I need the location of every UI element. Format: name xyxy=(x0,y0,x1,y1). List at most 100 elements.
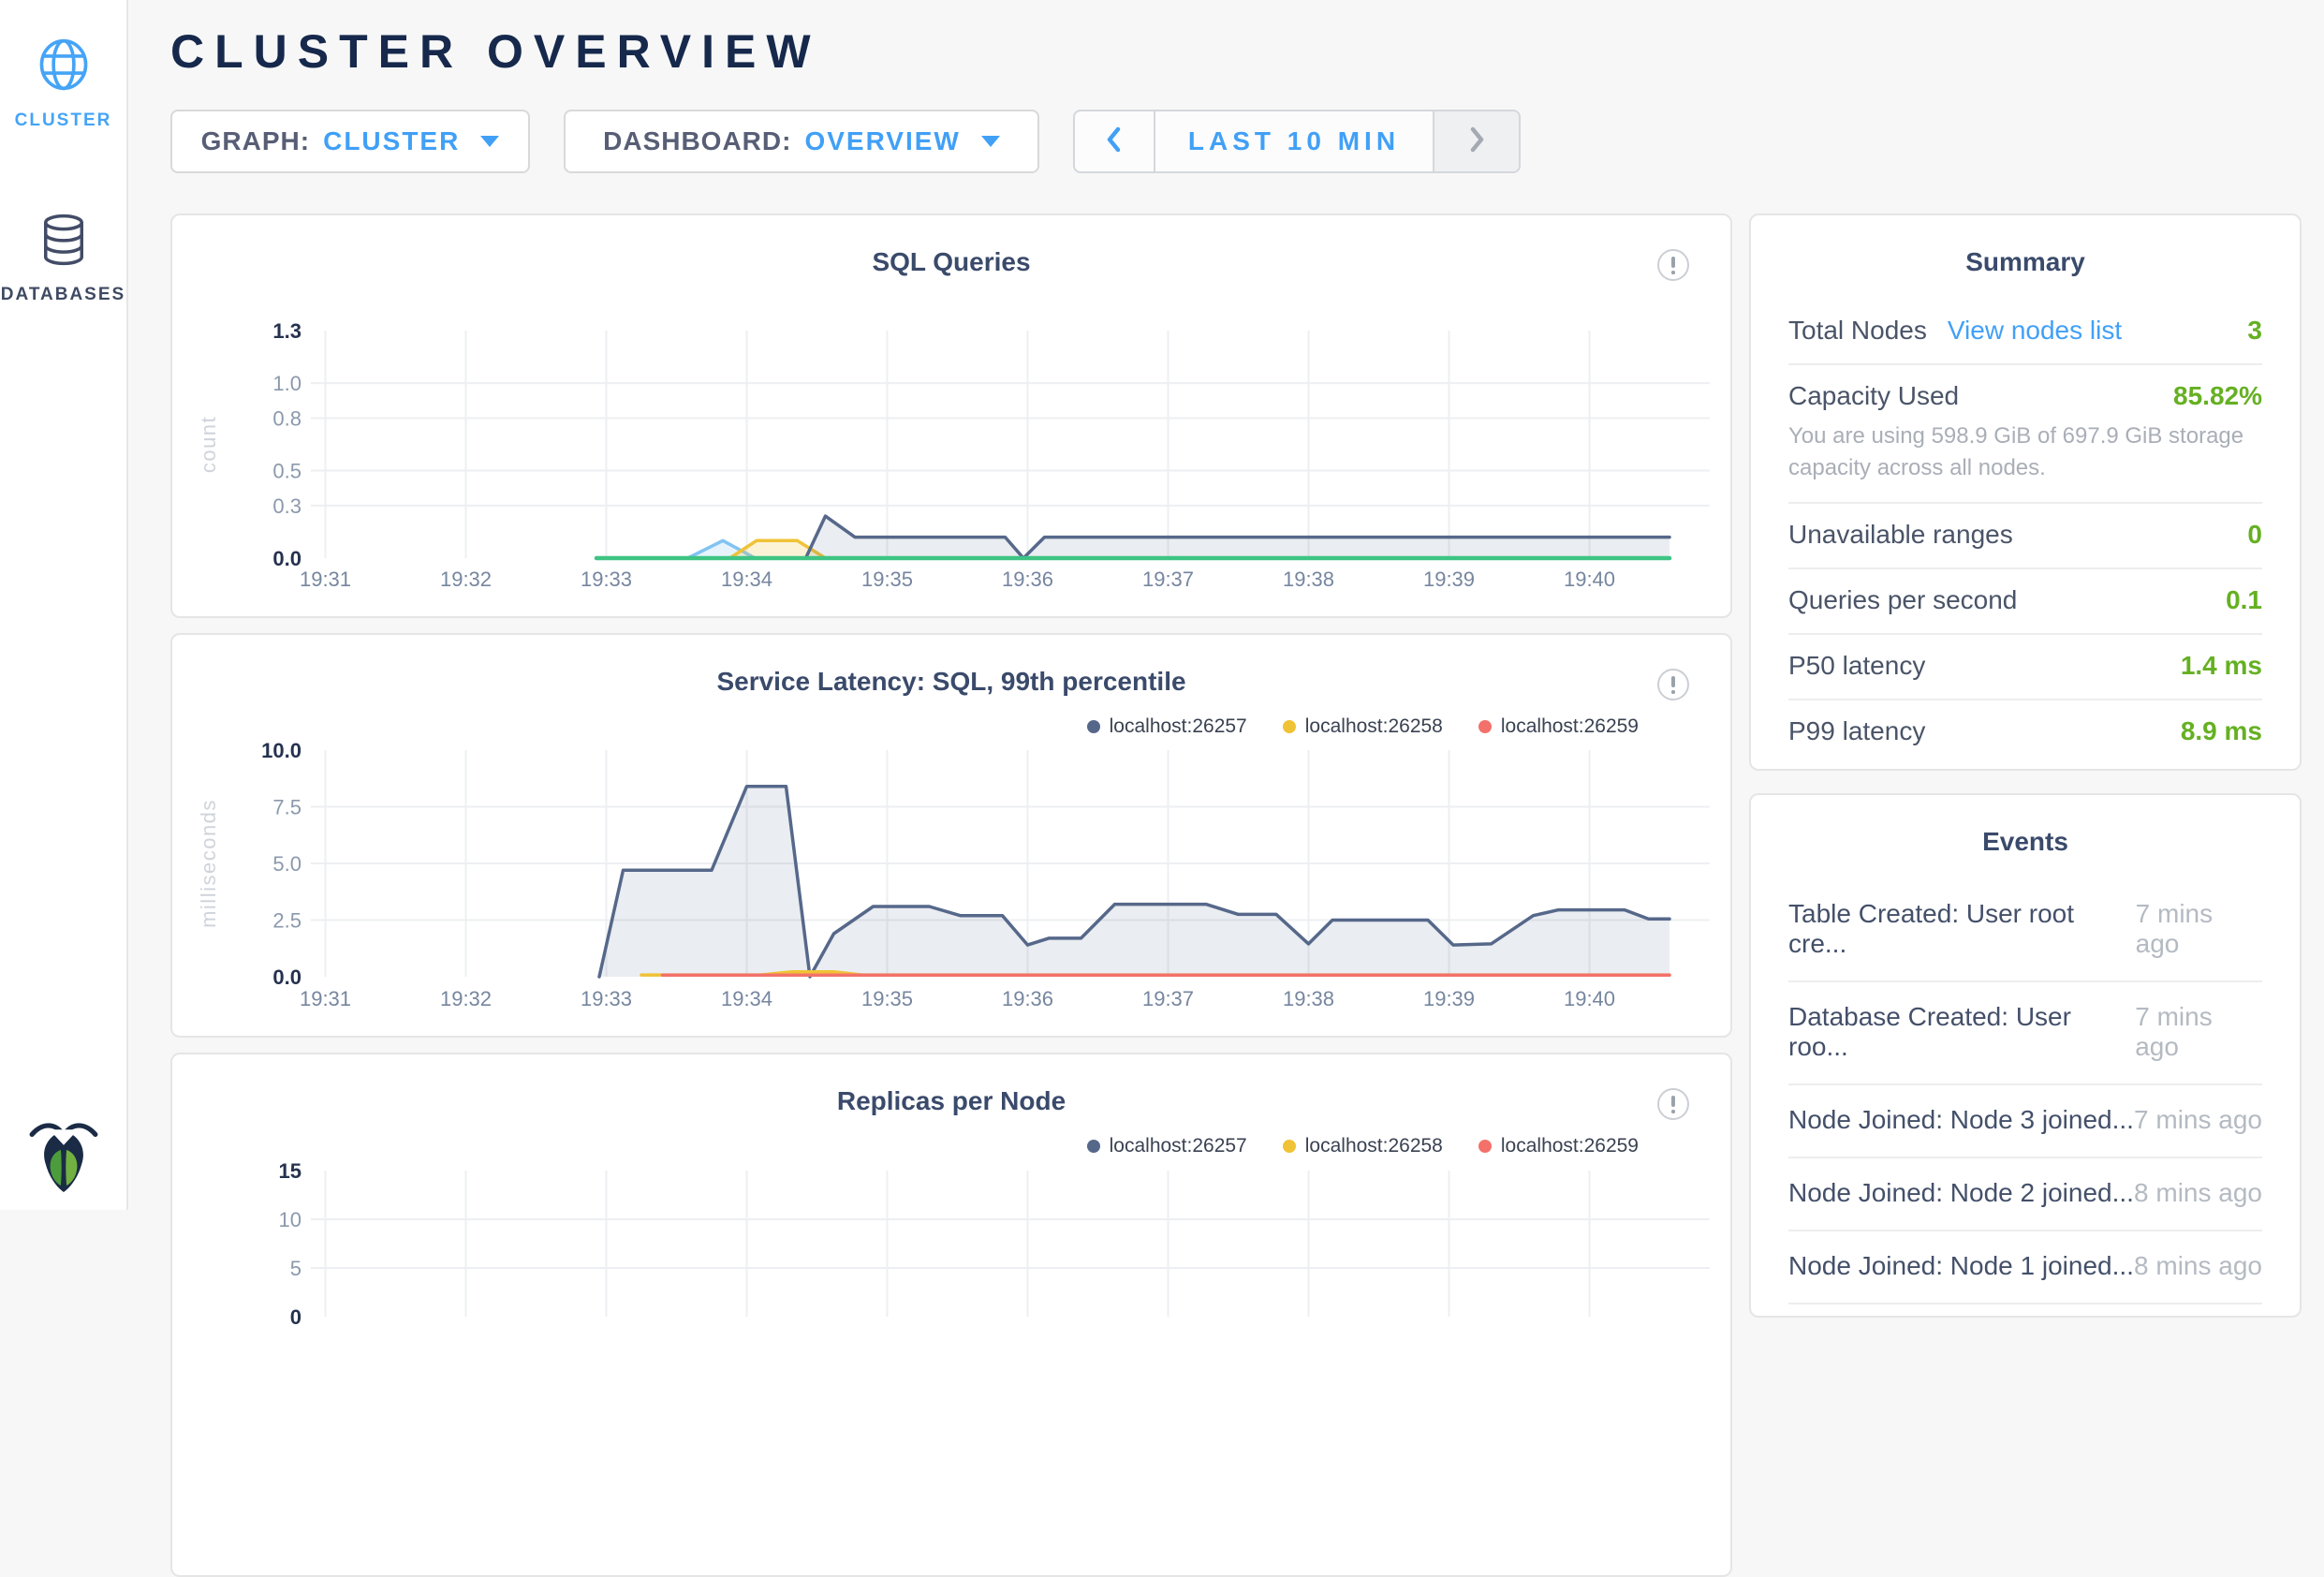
summary-panel: Summary Total Nodes View nodes list 3 Capac… xyxy=(1749,214,2302,771)
legend-entry[interactable]: localhost:26258 xyxy=(1283,715,1443,738)
graph-dropdown[interactable]: GRAPH: CLUSTER xyxy=(170,110,530,173)
x-tick-label: 19:40 xyxy=(1564,567,1615,591)
event-text: Node Joined: Node 1 joined... xyxy=(1788,1251,2134,1281)
localhost:26257-area xyxy=(599,787,1669,977)
summary-row: Total Nodes View nodes list 3 xyxy=(1788,300,2262,365)
info-icon[interactable] xyxy=(1657,249,1689,281)
summary-row-label: P50 latency xyxy=(1788,651,1925,681)
database-icon xyxy=(0,212,126,273)
graph-dropdown-label: GRAPH: xyxy=(201,126,310,156)
event-row[interactable]: Node Joined: Node 1 joined...8 mins ago xyxy=(1788,1231,2262,1304)
summary-title: Summary xyxy=(1751,247,2300,277)
y-tick-label: 2.5 xyxy=(272,909,302,933)
legend-dot-icon xyxy=(1087,720,1100,733)
dashboard-dropdown[interactable]: DASHBOARD: OVERVIEW xyxy=(564,110,1039,173)
event-text: Database Created: User roo... xyxy=(1788,1002,2135,1062)
x-tick-label: 19:33 xyxy=(581,567,632,591)
events-rows: Table Created: User root cre...7 mins ag… xyxy=(1788,879,2262,1304)
legend-label: localhost:26259 xyxy=(1501,1135,1639,1157)
x-tick-label: 19:33 xyxy=(581,987,632,1010)
y-tick-label: 7.5 xyxy=(272,796,302,819)
summary-row-value: 3 xyxy=(2247,316,2262,346)
service-latency-chart-card: 0.02.55.07.510.019:3119:3219:3319:3419:3… xyxy=(170,633,1732,1038)
legend-label: localhost:26257 xyxy=(1110,1135,1247,1157)
time-range-value[interactable]: LAST 10 MIN xyxy=(1155,111,1433,171)
time-range-selector: LAST 10 MIN xyxy=(1073,110,1521,173)
sidebar-item-cluster[interactable]: CLUSTER xyxy=(0,36,126,131)
x-tick-label: 19:34 xyxy=(721,987,772,1010)
summary-row: Capacity Used 85.82% You are using 598.9 G… xyxy=(1788,365,2262,504)
legend-dot-icon xyxy=(1478,1140,1492,1153)
y-tick-label: 0.5 xyxy=(272,460,302,483)
event-time: 7 mins ago xyxy=(2136,899,2262,959)
event-time: 7 mins ago xyxy=(2134,1105,2262,1135)
caret-down-icon xyxy=(981,136,1000,147)
legend-dot-icon xyxy=(1478,720,1492,733)
chart-title: SQL Queries xyxy=(172,247,1730,277)
event-row[interactable]: Node Joined: Node 2 joined...8 mins ago xyxy=(1788,1158,2262,1231)
capacity-note: You are using 598.9 GiB of 697.9 GiB sto… xyxy=(1788,420,2262,484)
legend-label: localhost:26258 xyxy=(1305,715,1443,738)
chart-legend: localhost:26257 localhost:26258 localhost:… xyxy=(1087,1135,1639,1157)
chevron-right-icon xyxy=(1466,125,1487,159)
y-axis-label: milliseconds xyxy=(197,799,220,928)
sidebar-item-databases[interactable]: DATABASES xyxy=(0,212,126,305)
event-row[interactable]: Table Created: User root cre...7 mins ag… xyxy=(1788,879,2262,982)
summary-row: Queries per second0.1 xyxy=(1788,569,2262,635)
info-icon[interactable] xyxy=(1657,669,1689,700)
event-row[interactable]: Database Created: User roo...7 mins ago xyxy=(1788,982,2262,1085)
sidebar-item-label: CLUSTER xyxy=(0,111,126,131)
legend-entry[interactable]: localhost:26259 xyxy=(1478,715,1639,738)
dashboard-dropdown-label: DASHBOARD: xyxy=(603,126,791,156)
chart-title: Replicas per Node xyxy=(172,1086,1730,1116)
cockroach-logo xyxy=(28,1119,99,1197)
legend-label: localhost:26258 xyxy=(1305,1135,1443,1157)
x-tick-label: 19:36 xyxy=(1002,567,1053,591)
dashboard-dropdown-value: OVERVIEW xyxy=(804,126,960,156)
event-row[interactable]: Node Joined: Node 3 joined...7 mins ago xyxy=(1788,1085,2262,1158)
x-tick-label: 19:40 xyxy=(1564,987,1615,1010)
y-tick-label: 0.0 xyxy=(272,965,302,989)
summary-row-value: 0.1 xyxy=(2226,585,2262,615)
event-text: Table Created: User root cre... xyxy=(1788,899,2136,959)
time-range-next-button[interactable] xyxy=(1433,111,1519,171)
event-text: Node Joined: Node 3 joined... xyxy=(1788,1105,2134,1135)
caret-down-icon xyxy=(480,136,499,147)
legend-dot-icon xyxy=(1087,1140,1100,1153)
legend-dot-icon xyxy=(1283,1140,1296,1153)
summary-row-value: 85.82% xyxy=(2173,381,2262,411)
summary-row-label: Capacity Used xyxy=(1788,381,1959,411)
summary-row: P99 latency8.9 ms xyxy=(1788,700,2262,764)
legend-label: localhost:26257 xyxy=(1110,715,1247,738)
summary-row: Unavailable ranges0 xyxy=(1788,504,2262,569)
summary-row: P50 latency1.4 ms xyxy=(1788,635,2262,700)
x-tick-label: 19:35 xyxy=(861,567,913,591)
events-title: Events xyxy=(1751,827,2300,857)
y-tick-label: 15 xyxy=(279,1159,302,1183)
x-tick-label: 19:38 xyxy=(1283,567,1334,591)
legend-dot-icon xyxy=(1283,720,1296,733)
info-icon[interactable] xyxy=(1657,1088,1689,1120)
event-time: 8 mins ago xyxy=(2134,1178,2262,1208)
chart-title: Service Latency: SQL, 99th percentile xyxy=(172,667,1730,697)
chart-legend: localhost:26257 localhost:26258 localhost:… xyxy=(1087,715,1639,738)
x-tick-label: 19:39 xyxy=(1423,987,1475,1010)
event-time: 8 mins ago xyxy=(2134,1251,2262,1281)
legend-entry[interactable]: localhost:26258 xyxy=(1283,1135,1443,1157)
page-title: CLUSTER OVERVIEW xyxy=(170,24,821,79)
legend-entry[interactable]: localhost:26257 xyxy=(1087,715,1247,738)
x-tick-label: 19:32 xyxy=(440,987,492,1010)
time-range-prev-button[interactable] xyxy=(1075,111,1155,171)
view-nodes-list-link[interactable]: View nodes list xyxy=(1948,316,2122,346)
x-tick-label: 19:39 xyxy=(1423,567,1475,591)
chevron-left-icon xyxy=(1104,125,1125,159)
y-axis-label: count xyxy=(197,416,220,473)
y-tick-label: 1.3 xyxy=(272,319,302,343)
y-tick-label: 0 xyxy=(290,1305,302,1329)
legend-entry[interactable]: localhost:26259 xyxy=(1478,1135,1639,1157)
y-tick-label: 10.0 xyxy=(261,739,302,762)
x-tick-label: 19:38 xyxy=(1283,987,1334,1010)
legend-entry[interactable]: localhost:26257 xyxy=(1087,1135,1247,1157)
sidebar-item-label: DATABASES xyxy=(0,285,126,305)
summary-row-label: Total Nodes xyxy=(1788,316,1927,346)
